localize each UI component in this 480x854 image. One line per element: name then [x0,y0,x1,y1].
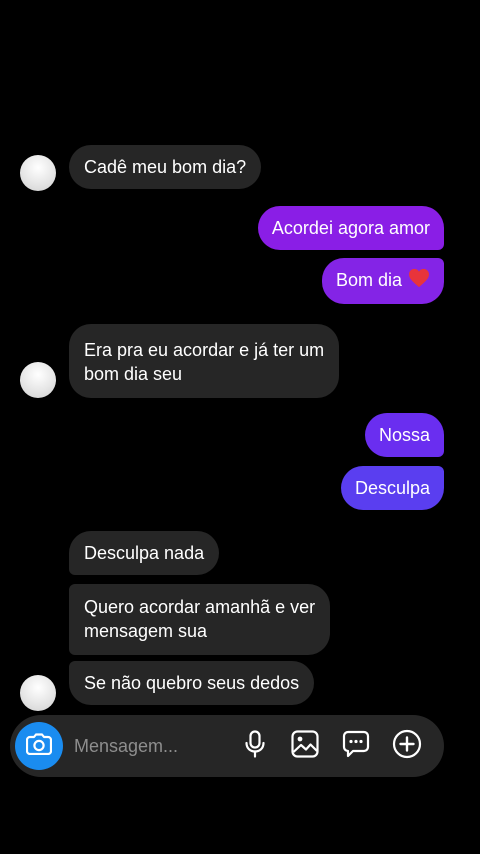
avatar[interactable] [20,362,56,398]
heart-emoji-icon [408,268,430,294]
message-text: Nossa [378,425,430,445]
microphone-icon [244,729,266,763]
camera-button[interactable] [15,722,63,770]
message-line: mensagem sua [84,621,208,641]
message-text: Cadê meu bom dia? [84,157,247,177]
message-line: bom dia seu [84,364,183,384]
message-text: Desculpa nada [84,543,205,563]
message-text: Desculpa [354,478,430,498]
add-icon [392,729,422,764]
gallery-icon [291,729,319,763]
add-button[interactable] [392,729,422,764]
microphone-button[interactable] [240,729,270,763]
message-outgoing[interactable]: Nossa [364,413,444,457]
message-outgoing[interactable]: Bom dia [321,258,444,304]
message-text: Acordei agora amor [271,218,430,238]
message-incoming[interactable]: Cadê meu bom dia? [69,145,262,189]
message-line: Quero acordar amanhã e ver [84,597,316,617]
message-incoming[interactable]: Se não quebro seus dedos [69,661,315,705]
message-outgoing[interactable]: Desculpa [340,466,444,510]
sticker-button[interactable] [341,730,371,763]
message-text: Bom dia [335,270,402,290]
camera-icon [25,732,53,760]
sticker-icon [342,730,370,763]
message-incoming[interactable]: Desculpa nada [69,531,220,575]
message-line: Era pra eu acordar e já ter um [84,340,325,360]
message-input[interactable]: Mensagem... [74,733,178,759]
message-outgoing[interactable]: Acordei agora amor [257,206,444,250]
message-text: Se não quebro seus dedos [84,673,300,693]
message-composer: Mensagem... [10,715,444,777]
gallery-button[interactable] [290,729,320,763]
avatar[interactable] [20,675,56,711]
message-incoming[interactable]: Quero acordar amanhã e ver mensagem sua [69,584,331,655]
message-incoming[interactable]: Era pra eu acordar e já ter um bom dia s… [69,324,340,398]
avatar[interactable] [20,155,56,191]
